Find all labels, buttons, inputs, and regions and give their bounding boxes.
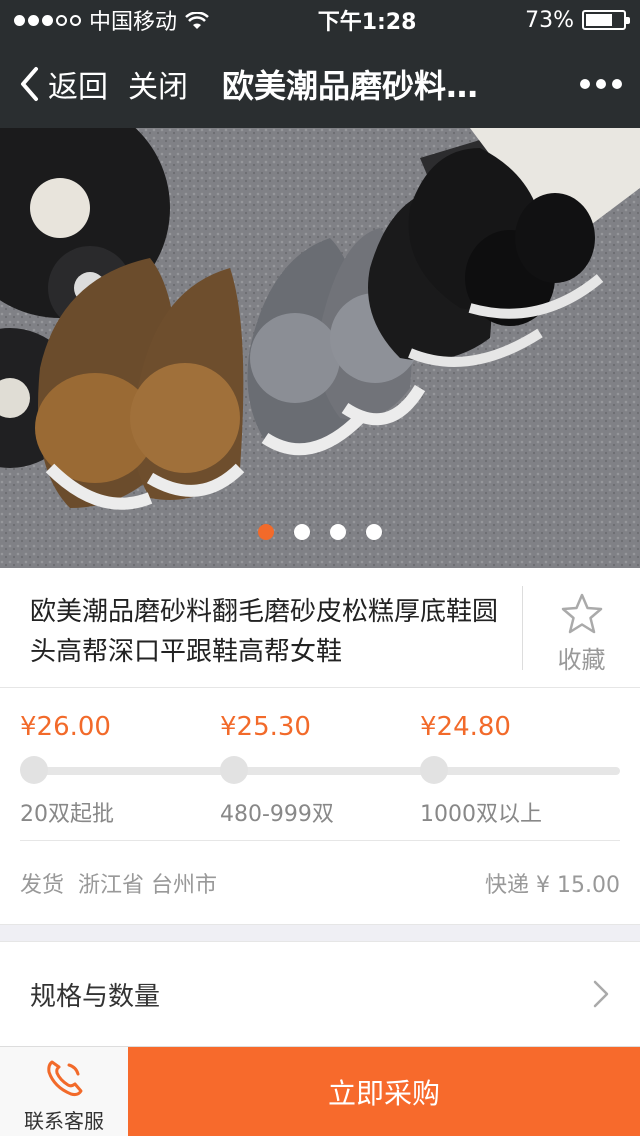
tier-price: ¥26.00 — [20, 712, 111, 742]
price-tiers: ¥26.00 ¥25.30 ¥24.80 20双起批 480-999双 1000… — [0, 688, 640, 838]
shipping-fee: 快递 ¥ 15.00 — [485, 872, 620, 898]
section-divider — [0, 924, 640, 942]
product-photo — [0, 128, 640, 568]
tier-marker — [420, 756, 448, 784]
carousel-dot[interactable] — [294, 524, 310, 540]
contact-service-button[interactable]: 联系客服 — [0, 1047, 128, 1136]
carousel-dot[interactable] — [330, 524, 346, 540]
back-label: 返回 — [48, 70, 108, 105]
tier-quantity: 1000双以上 — [420, 802, 542, 827]
product-page: 中国移动 下午1:28 73% 返回 关闭 欧美潮品磨砂料… 欧美潮品磨砂料翻毛… — [0, 0, 640, 1136]
product-title: 欧美潮品磨砂料翻毛磨砂皮松糕厚底鞋圆头高帮深口平跟鞋高帮女鞋 — [30, 597, 499, 667]
signal-dot — [56, 14, 67, 26]
tier-track — [30, 767, 620, 775]
more-dot — [612, 79, 622, 89]
phone-icon — [47, 1060, 83, 1097]
tier-quantity: 480-999双 — [220, 802, 334, 827]
carousel-dot[interactable] — [366, 524, 382, 540]
wifi-icon — [185, 11, 209, 29]
battery-fill — [586, 14, 613, 26]
battery-percent: 73% — [525, 7, 574, 33]
carousel-dot[interactable] — [258, 524, 274, 540]
more-dot — [580, 79, 590, 89]
signal-strength-icon — [14, 14, 81, 26]
tier-marker — [20, 756, 48, 784]
nav-bar: 返回 关闭 欧美潮品磨砂料… — [0, 40, 640, 128]
chevron-left-icon — [21, 67, 38, 101]
carrier-name: 中国移动 — [89, 10, 178, 35]
favorite-label: 收藏 — [557, 646, 606, 674]
page-title: 欧美潮品磨砂料… — [222, 67, 479, 105]
more-dot — [596, 79, 606, 89]
tier-marker — [220, 756, 248, 784]
tier-price: ¥24.80 — [420, 712, 511, 742]
shipping-origin: 发货 浙江省 台州市 — [20, 872, 217, 898]
signal-dot — [70, 14, 81, 26]
spec-label: 规格与数量 — [30, 981, 161, 1012]
product-image-carousel[interactable] — [0, 128, 640, 568]
signal-dot — [14, 14, 25, 26]
tier-quantity: 20双起批 — [20, 802, 114, 827]
status-time: 下午1:28 — [317, 10, 417, 35]
shipping-info: 发货 浙江省 台州市 快递 ¥ 15.00 — [20, 840, 620, 924]
status-right: 73% — [525, 7, 630, 33]
close-button[interactable]: 关闭 — [128, 62, 188, 106]
spec-quantity-row[interactable]: 规格与数量 — [0, 942, 640, 1046]
status-bar: 中国移动 下午1:28 73% — [0, 0, 640, 40]
more-dots-icon[interactable] — [580, 79, 622, 89]
status-left: 中国移动 — [14, 4, 209, 36]
bottom-action-bar: 联系客服 立即采购 — [0, 1046, 640, 1136]
back-button[interactable]: 返回 — [18, 62, 108, 106]
buy-now-button[interactable]: 立即采购 — [128, 1047, 640, 1136]
carousel-indicators — [0, 524, 640, 540]
top-bar: 中国移动 下午1:28 73% 返回 关闭 欧美潮品磨砂料… — [0, 0, 640, 128]
signal-dot — [28, 14, 39, 26]
signal-dot — [42, 14, 53, 26]
tier-price: ¥25.30 — [220, 712, 311, 742]
chevron-right-icon — [593, 980, 609, 1008]
star-icon — [561, 593, 602, 634]
buy-now-label: 立即采购 — [327, 1076, 440, 1110]
product-title-section: 欧美潮品磨砂料翻毛磨砂皮松糕厚底鞋圆头高帮深口平跟鞋高帮女鞋 收藏 — [0, 568, 640, 688]
battery-icon — [582, 10, 630, 30]
contact-service-label: 联系客服 — [24, 1109, 104, 1133]
favorite-button[interactable]: 收藏 — [522, 586, 640, 674]
